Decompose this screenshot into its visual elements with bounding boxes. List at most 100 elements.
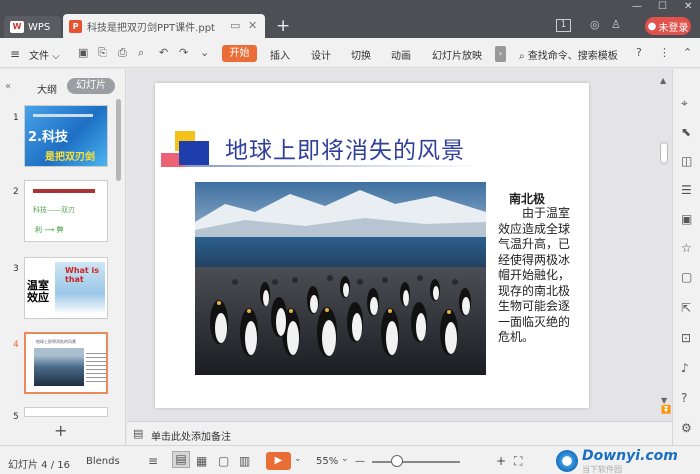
notes-icon: ▤ [133, 427, 144, 440]
login-button[interactable]: ● 未登录 [645, 17, 691, 35]
penguins-photo[interactable] [195, 182, 486, 375]
penguins-photo-art [195, 182, 486, 375]
tools-icon[interactable]: ⚙ [681, 421, 692, 435]
zoom-slider-knob[interactable] [390, 455, 403, 467]
add-tab-icon[interactable]: + [276, 16, 290, 36]
thumb3-right-text: What is that [65, 266, 100, 284]
panel-scrollbar[interactable] [116, 99, 121, 181]
zoom-dropdown-icon[interactable]: ⌄ [341, 454, 349, 464]
notes-placeholder[interactable]: 单击此处添加备注 [151, 428, 231, 443]
thumb4-image [34, 348, 84, 386]
undo-icon[interactable]: ↶ [159, 46, 168, 59]
collapse-panel-icon[interactable]: « [5, 81, 11, 92]
login-label: 未登录 [658, 22, 689, 34]
window-count-badge[interactable]: 1 [556, 19, 571, 32]
box-icon[interactable]: ▢ [681, 270, 692, 284]
slide-thumbnail-3[interactable]: 温室效应 What is that [24, 257, 108, 319]
editor-scrollbar-thumb[interactable] [660, 142, 668, 164]
help-circle-icon[interactable]: ? [681, 391, 687, 405]
help-icon[interactable]: ? [636, 46, 642, 59]
print-preview-icon[interactable]: ⌕ [138, 46, 144, 60]
tab-document[interactable]: P 科技是把双刃剑PPT课件.ppt ▭ ✕ [63, 14, 265, 38]
photo-icon[interactable]: ⊡ [681, 331, 691, 345]
command-search[interactable]: ⌕ 查找命令、搜索模板 [519, 47, 618, 62]
slide-number: 1 [13, 113, 19, 123]
more-options-icon[interactable]: ⋮ [659, 46, 670, 59]
outline-view-icon[interactable]: ▥ [239, 454, 250, 468]
tab-slideshow[interactable]: 幻灯片放映 [432, 47, 482, 62]
slide-thumbnail-panel: « 大纲 幻灯片 1 2.科技 是把双刃剑 2 科技——双刃 利 ⟶ 弊 3 温… [0, 69, 126, 445]
add-slide-icon[interactable]: + [54, 421, 67, 440]
tab-wps-home[interactable]: W WPS [4, 16, 61, 38]
zoom-slider-track[interactable] [372, 461, 460, 463]
menu-icon[interactable]: ≡ [10, 47, 20, 61]
collapse-ribbon-icon[interactable]: ⌃ [683, 46, 692, 59]
tab-insert[interactable]: 插入 [270, 47, 290, 62]
thumb1-subtitle: 是把双刃剑 [45, 152, 95, 163]
document-title: 科技是把双刃剑PPT课件.ppt [87, 22, 215, 34]
watermark-logo-icon [556, 450, 578, 472]
wps-logo-icon: W [10, 21, 24, 33]
slide-number: 2 [13, 187, 19, 197]
side-heading[interactable]: 南北极 [509, 190, 545, 207]
normal-view-icon[interactable]: ▤ [172, 451, 190, 468]
redo-icon[interactable]: ↷ [179, 46, 188, 59]
play-slideshow-button[interactable]: ▶ [266, 452, 291, 470]
tab-animation[interactable]: 动画 [391, 47, 411, 62]
next-slide-icon[interactable]: ⏬ [661, 406, 671, 414]
quick-access-more-icon[interactable]: ⌄ [200, 46, 209, 59]
slide-title[interactable]: 地球上即将消失的风景 [225, 131, 465, 165]
scroll-up-icon[interactable]: ▲ [660, 76, 666, 85]
zoom-in-button[interactable]: + [496, 454, 506, 468]
maximize-icon[interactable]: ☐ [658, 1, 667, 12]
tab-slides[interactable]: 幻灯片 [67, 78, 115, 94]
slide-thumbnail-1[interactable]: 2.科技 是把双刃剑 [24, 105, 108, 167]
save-icon[interactable]: ▣ [78, 46, 88, 59]
thumb4-text [86, 350, 106, 384]
file-menu-button[interactable]: 文件 ⌵ [29, 47, 60, 62]
zoom-level[interactable]: 55% [316, 456, 338, 467]
tab-outline[interactable]: 大纲 [37, 81, 57, 96]
shapes-icon[interactable]: ◫ [681, 154, 692, 168]
title-bar: W WPS P 科技是把双刃剑PPT课件.ppt ▭ ✕ + — ☐ ✕ 1 ◎… [0, 0, 700, 38]
user-icon: ● [647, 20, 657, 32]
pin-icon[interactable]: ⌖ [681, 96, 688, 111]
fit-window-icon[interactable]: ⛶ [514, 454, 522, 469]
cursor-icon[interactable]: ⬉ [681, 125, 691, 139]
skin-icon[interactable]: ◎ [590, 18, 600, 31]
export-pdf-icon[interactable]: ⎘ [98, 46, 107, 60]
slide-thumbnail-2[interactable]: 科技——双刃 利 ⟶ 弊 [24, 180, 108, 242]
settings-sliders-icon[interactable]: ☰ [681, 183, 692, 197]
slide-thumbnail-4[interactable]: 地球上即将消失的风景 [24, 332, 108, 394]
minimize-icon[interactable]: — [632, 1, 642, 12]
side-paragraph[interactable]: 由于温室效应造成全球气温升高，已经使得两极冰帽开始融化，现存的南北极生物可能会逐… [498, 206, 574, 346]
tab-transition[interactable]: 切换 [351, 47, 371, 62]
print-icon[interactable]: ⎙ [118, 46, 127, 60]
command-search-label: 查找命令、搜索模板 [527, 51, 618, 62]
watermark-sub: 当下软件园 [582, 464, 622, 474]
star-icon[interactable]: ☆ [681, 241, 692, 255]
zoom-out-button[interactable]: — [355, 456, 365, 467]
shirt-icon[interactable]: ♙ [611, 18, 621, 31]
ribbon-more-arrow-icon[interactable]: › [495, 46, 506, 62]
reading-view-icon[interactable]: ▢ [218, 454, 229, 468]
notes-bar[interactable]: ▤ 单击此处添加备注 [127, 421, 672, 445]
slide-thumbnail-5[interactable] [24, 407, 108, 417]
monitor-icon[interactable]: ▭ [230, 19, 240, 32]
sorter-view-icon[interactable]: ▦ [196, 454, 207, 468]
notes-toggle-icon[interactable]: ≡ [148, 454, 158, 468]
slide-number: 5 [13, 412, 19, 422]
window-close-icon[interactable]: ✕ [684, 1, 692, 12]
scroll-down-icon[interactable]: ▼ [661, 396, 667, 405]
thumb3-left-text: 温室效应 [27, 279, 49, 304]
close-icon[interactable]: ✕ [248, 19, 257, 32]
tab-home[interactable]: 开始 [222, 45, 257, 62]
theme-name[interactable]: Blends [86, 456, 120, 467]
play-options-icon[interactable]: ⌄ [294, 454, 302, 464]
tab-design[interactable]: 设计 [311, 47, 331, 62]
title-decor-blue [179, 141, 209, 165]
sound-icon[interactable]: ♪ [681, 361, 689, 375]
slide-canvas[interactable]: 地球上即将消失的风景 南北极 由于温室效应造成全球气温升高，已经使得两极冰帽开始… [155, 83, 589, 408]
share-icon[interactable]: ⇱ [681, 301, 691, 315]
image-icon[interactable]: ▣ [681, 212, 692, 226]
